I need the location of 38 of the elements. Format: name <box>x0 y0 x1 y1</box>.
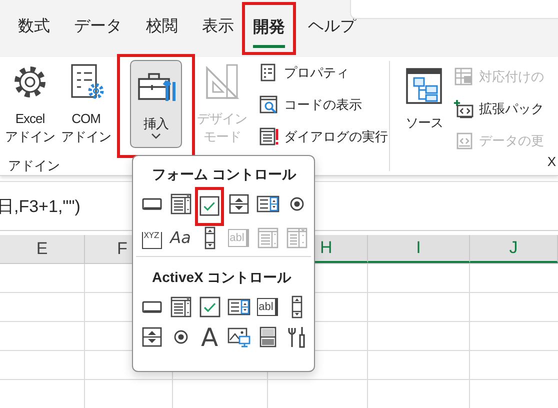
spin-button-icon[interactable] <box>140 325 164 349</box>
ribbon-tab[interactable]: 数式 <box>18 10 50 47</box>
ribbon-button[interactable]: ソース <box>402 61 446 137</box>
expansion-pack-icon <box>454 99 474 119</box>
image-control-icon[interactable] <box>226 325 250 349</box>
code-window-icon <box>259 95 279 115</box>
ribbon-button[interactable]: Excel アドイン <box>2 57 58 151</box>
ribbon-button[interactable]: プロパティ <box>257 61 390 85</box>
group-box-control[interactable]: XYZ <box>142 232 162 248</box>
column-header[interactable]: J <box>470 235 558 263</box>
group-label: アドイン <box>8 157 60 175</box>
combo-box-icon[interactable] <box>168 192 192 216</box>
column-header[interactable]: I <box>368 235 470 263</box>
ribbon-button[interactable]: 挿入 <box>130 60 182 148</box>
dialog-alert-icon <box>259 127 279 147</box>
column-header[interactable]: E <box>0 235 85 263</box>
label-control[interactable]: Aa <box>170 230 191 246</box>
ribbon-tab[interactable]: ヘルプ <box>308 10 356 47</box>
checkbox-icon[interactable] <box>198 194 221 218</box>
ribbon-button[interactable]: COM アドイン <box>58 57 114 151</box>
ribbon-tab[interactable]: 校閲 <box>146 10 178 47</box>
refresh-document-icon <box>454 131 474 151</box>
group-label: X <box>547 154 556 171</box>
spin-button-icon[interactable] <box>226 192 250 216</box>
ribbon-tab[interactable]: データ <box>74 10 122 47</box>
section-heading: ActiveX コントロール <box>151 269 292 287</box>
tree-panel-icon <box>404 66 444 106</box>
section-heading: フォーム コントロール <box>151 166 298 184</box>
ribbon-tab[interactable]: 開発 <box>253 11 285 48</box>
label-control[interactable]: A <box>200 324 218 350</box>
ribbon-tab[interactable]: 表示 <box>202 10 234 47</box>
text-box-control[interactable]: abl <box>256 298 278 316</box>
ribbon-button[interactable]: ダイアログの実行 <box>257 125 390 149</box>
ribbon-button[interactable]: コードの表示 <box>257 93 390 117</box>
ribbon-button[interactable]: 拡張パック <box>452 97 546 121</box>
checkbox-icon[interactable] <box>198 295 222 319</box>
combo-box-icon[interactable] <box>168 295 192 319</box>
table-icon <box>454 67 474 87</box>
